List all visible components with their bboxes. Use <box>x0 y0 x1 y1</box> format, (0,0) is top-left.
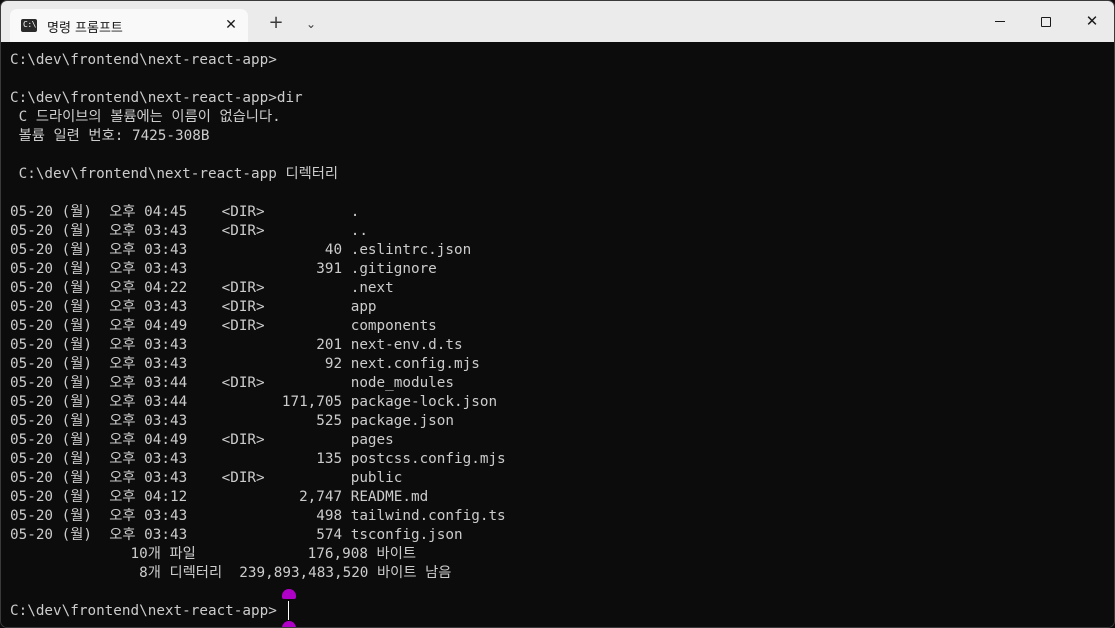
text-cursor <box>288 601 289 620</box>
terminal-line: 05-20 (월) 오후 03:43 <DIR> public <box>10 470 403 486</box>
terminal-line: C:\dev\frontend\next-react-app>dir <box>10 90 303 106</box>
terminal-line: 볼륨 일련 번호: 7425-308B <box>10 128 210 144</box>
close-window-button[interactable]: ✕ <box>1069 1 1114 42</box>
terminal-line: 05-20 (월) 오후 03:44 171,705 package-lock.… <box>10 394 498 410</box>
terminal-line: 05-20 (월) 오후 03:43 <DIR> app <box>10 299 377 315</box>
maximize-button[interactable] <box>1023 1 1069 42</box>
terminal-line: 05-20 (월) 오후 03:43 391 .gitignore <box>10 261 437 277</box>
terminal-line: 05-20 (월) 오후 04:45 <DIR> . <box>10 204 360 220</box>
tab-command-prompt[interactable]: C:\ 명령 프롬프트 ✕ <box>10 9 248 42</box>
terminal-line: C:\dev\frontend\next-react-app> <box>10 52 277 68</box>
terminal-line: 8개 디렉터리 239,893,483,520 바이트 남음 <box>10 565 452 581</box>
terminal-line: 05-20 (월) 오후 03:43 <DIR> .. <box>10 223 368 239</box>
title-bar[interactable]: C:\ 명령 프롬프트 ✕ + ⌄ ✕ <box>1 1 1114 42</box>
terminal-line: 10개 파일 176,908 바이트 <box>10 546 417 562</box>
terminal-line: 05-20 (월) 오후 04:12 2,747 README.md <box>10 489 429 505</box>
cmd-icon: C:\ <box>21 19 37 32</box>
chevron-down-icon[interactable]: ⌄ <box>301 13 321 35</box>
maximize-icon <box>1041 16 1051 27</box>
terminal-line: 05-20 (월) 오후 04:49 <DIR> pages <box>10 432 394 448</box>
terminal-line: 05-20 (월) 오후 03:43 498 tailwind.config.t… <box>10 508 506 524</box>
tab-title: 명령 프롬프트 <box>47 21 123 36</box>
terminal-output[interactable]: C:\dev\frontend\next-react-app> C:\dev\f… <box>1 42 1114 627</box>
terminal-line: 05-20 (월) 오후 04:49 <DIR> components <box>10 318 437 334</box>
terminal-line: 05-20 (월) 오후 03:43 201 next-env.d.ts <box>10 337 463 353</box>
terminal-line: 05-20 (월) 오후 03:43 92 next.config.mjs <box>10 356 480 372</box>
minimize-button[interactable] <box>977 1 1023 42</box>
new-tab-button[interactable]: + <box>265 12 287 34</box>
terminal-line: 05-20 (월) 오후 03:44 <DIR> node_modules <box>10 375 455 391</box>
close-tab-icon[interactable]: ✕ <box>222 16 240 34</box>
terminal-line: 05-20 (월) 오후 03:43 40 .eslintrc.json <box>10 242 472 258</box>
terminal-line: 05-20 (월) 오후 03:43 135 postcss.config.mj… <box>10 451 506 467</box>
terminal-line: 05-20 (월) 오후 03:43 525 package.json <box>10 413 455 429</box>
terminal-line: 05-20 (월) 오후 04:22 <DIR> .next <box>10 280 394 296</box>
terminal-line: C:\dev\frontend\next-react-app 디렉터리 <box>10 166 339 182</box>
minimize-icon <box>995 21 1005 22</box>
close-icon: ✕ <box>1085 12 1099 30</box>
terminal-line: C 드라이브의 볼륨에는 이름이 없습니다. <box>10 109 281 125</box>
command-prompt-line[interactable]: C:\dev\frontend\next-react-app> <box>10 602 277 621</box>
command-prompt-window: C:\ 명령 프롬프트 ✕ + ⌄ ✕ C:\dev\frontend\next… <box>0 0 1115 628</box>
text-caret-handle-icon[interactable] <box>282 589 296 599</box>
terminal-line: 05-20 (월) 오후 03:43 574 tsconfig.json <box>10 527 463 543</box>
text-caret-handle-icon[interactable] <box>282 621 296 627</box>
